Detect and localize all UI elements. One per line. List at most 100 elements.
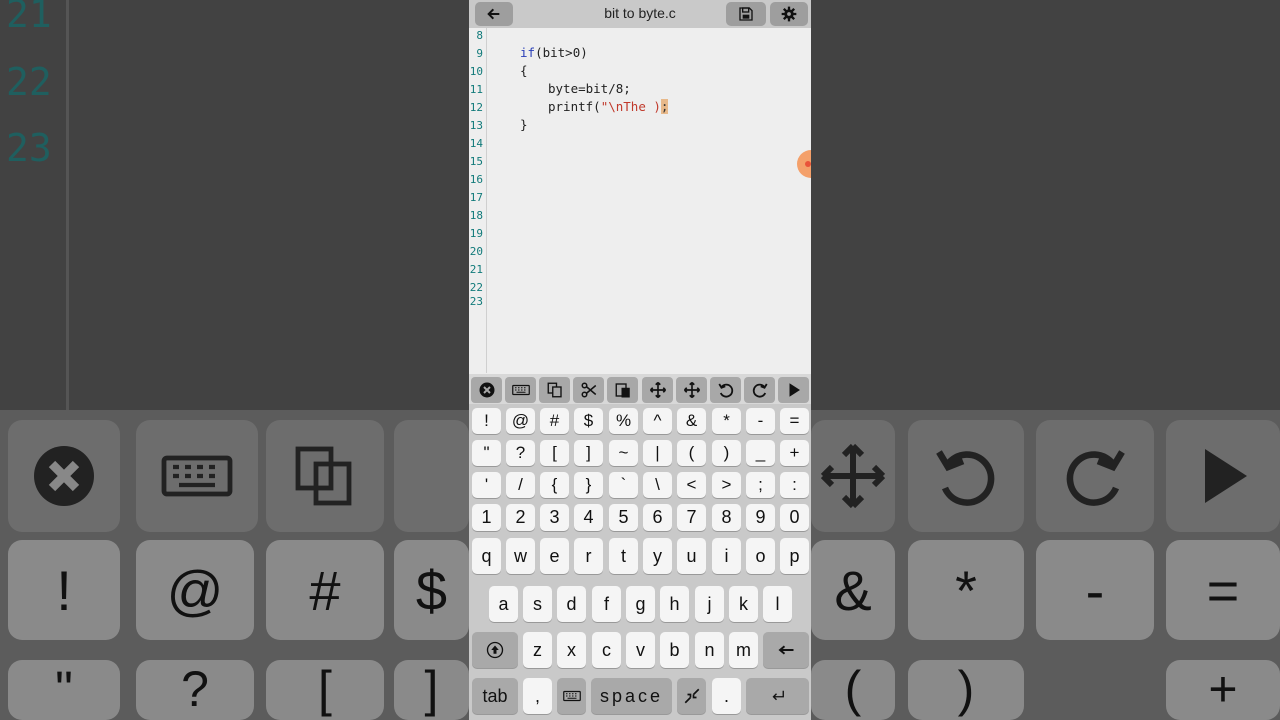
- key[interactable]: e: [540, 538, 569, 574]
- key[interactable]: ;: [746, 472, 775, 498]
- key[interactable]: c: [592, 632, 621, 668]
- key[interactable]: ): [712, 440, 741, 466]
- key[interactable]: |: [643, 440, 672, 466]
- key[interactable]: \: [643, 472, 672, 498]
- keyboard-button[interactable]: [505, 377, 536, 403]
- keyboard-switch-key[interactable]: [557, 678, 586, 714]
- key[interactable]: <: [677, 472, 706, 498]
- key[interactable]: r: [574, 538, 603, 574]
- collapse-key[interactable]: [677, 678, 706, 714]
- key[interactable]: (: [677, 440, 706, 466]
- key[interactable]: i: [712, 538, 741, 574]
- background-key: $: [394, 540, 469, 640]
- key[interactable]: ': [472, 472, 501, 498]
- key[interactable]: n: [695, 632, 724, 668]
- phone-screen: bit to byte.c 8 9 10 11 12 13 14 15 16 1…: [469, 0, 811, 720]
- period-key[interactable]: .: [712, 678, 741, 714]
- key[interactable]: 7: [677, 504, 706, 531]
- comma-key[interactable]: ,: [523, 678, 552, 714]
- line-number: 12: [469, 101, 483, 114]
- enter-key[interactable]: [746, 678, 809, 714]
- key[interactable]: `: [609, 472, 638, 498]
- key[interactable]: z: [523, 632, 552, 668]
- line-number: 15: [469, 155, 483, 168]
- copy-button[interactable]: [539, 377, 570, 403]
- key[interactable]: 0: [780, 504, 809, 531]
- key[interactable]: ]: [574, 440, 603, 466]
- key[interactable]: v: [626, 632, 655, 668]
- key[interactable]: &: [677, 408, 706, 434]
- code-editor[interactable]: 8 9 10 11 12 13 14 15 16 17 18 19 20 21 …: [469, 28, 811, 373]
- back-button[interactable]: [475, 2, 513, 26]
- key[interactable]: ^: [643, 408, 672, 434]
- key[interactable]: +: [780, 440, 809, 466]
- key[interactable]: d: [557, 586, 586, 622]
- key[interactable]: _: [746, 440, 775, 466]
- key[interactable]: !: [472, 408, 501, 434]
- key[interactable]: {: [540, 472, 569, 498]
- key[interactable]: m: [729, 632, 758, 668]
- key[interactable]: q: [472, 538, 501, 574]
- move-button[interactable]: [642, 377, 673, 403]
- key[interactable]: u: [677, 538, 706, 574]
- key[interactable]: >: [712, 472, 741, 498]
- background-gutter: 21 22 23: [0, 0, 69, 410]
- paste-button[interactable]: [607, 377, 638, 403]
- key[interactable]: [: [540, 440, 569, 466]
- key[interactable]: %: [609, 408, 638, 434]
- key[interactable]: 2: [506, 504, 535, 531]
- shift-icon: [486, 641, 504, 659]
- key[interactable]: t: [609, 538, 638, 574]
- gear-icon: [781, 6, 797, 22]
- key[interactable]: 8: [712, 504, 741, 531]
- undo-button[interactable]: [710, 377, 741, 403]
- line-number: 18: [469, 209, 483, 222]
- run-button[interactable]: [778, 377, 809, 403]
- key[interactable]: 6: [643, 504, 672, 531]
- key[interactable]: g: [626, 586, 655, 622]
- key[interactable]: 5: [609, 504, 638, 531]
- close-keyboard-button[interactable]: [471, 377, 502, 403]
- backspace-key[interactable]: [763, 632, 809, 668]
- key[interactable]: s: [523, 586, 552, 622]
- key[interactable]: -: [746, 408, 775, 434]
- redo-button[interactable]: [744, 377, 775, 403]
- line-number: 16: [469, 173, 483, 186]
- code-line-10: {: [520, 63, 528, 78]
- key[interactable]: f: [592, 586, 621, 622]
- save-button[interactable]: [726, 2, 766, 26]
- key[interactable]: @: [506, 408, 535, 434]
- key[interactable]: o: [746, 538, 775, 574]
- key[interactable]: }: [574, 472, 603, 498]
- key[interactable]: y: [643, 538, 672, 574]
- key[interactable]: h: [660, 586, 689, 622]
- key[interactable]: ": [472, 440, 501, 466]
- key[interactable]: j: [695, 586, 724, 622]
- key[interactable]: ?: [506, 440, 535, 466]
- key[interactable]: ~: [609, 440, 638, 466]
- drag-handle[interactable]: [797, 150, 811, 178]
- key[interactable]: *: [712, 408, 741, 434]
- tab-key[interactable]: tab: [472, 678, 518, 714]
- key[interactable]: 4: [574, 504, 603, 531]
- key[interactable]: $: [574, 408, 603, 434]
- settings-button[interactable]: [770, 2, 808, 26]
- key[interactable]: 1: [472, 504, 501, 531]
- move-button[interactable]: [676, 377, 707, 403]
- key[interactable]: :: [780, 472, 809, 498]
- key[interactable]: k: [729, 586, 758, 622]
- key[interactable]: w: [506, 538, 535, 574]
- key[interactable]: 3: [540, 504, 569, 531]
- cut-button[interactable]: [573, 377, 604, 403]
- key[interactable]: #: [540, 408, 569, 434]
- key[interactable]: /: [506, 472, 535, 498]
- key[interactable]: a: [489, 586, 518, 622]
- key[interactable]: p: [780, 538, 809, 574]
- key[interactable]: =: [780, 408, 809, 434]
- key[interactable]: x: [557, 632, 586, 668]
- shift-key[interactable]: [472, 632, 518, 668]
- key[interactable]: b: [660, 632, 689, 668]
- key[interactable]: 9: [746, 504, 775, 531]
- space-key[interactable]: space: [591, 678, 672, 714]
- key[interactable]: l: [763, 586, 792, 622]
